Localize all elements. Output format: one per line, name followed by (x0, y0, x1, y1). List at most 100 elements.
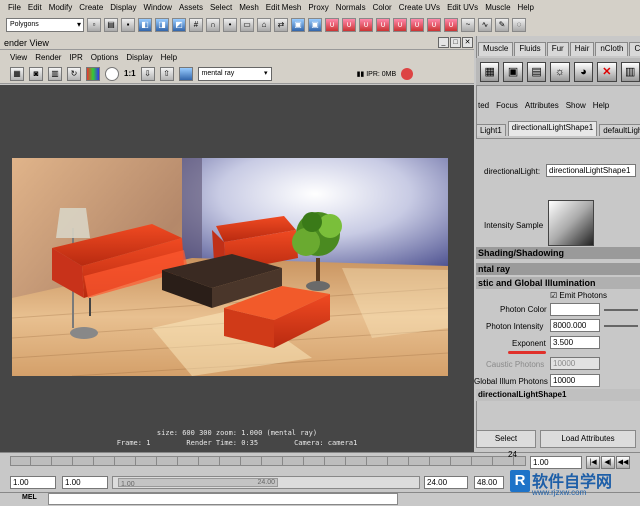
alpha-channel-icon[interactable] (105, 66, 119, 81)
mel-label[interactable]: MEL (22, 494, 37, 501)
magnet-icon-1[interactable]: ∪ (325, 18, 339, 32)
shelf-tab-hair[interactable]: Hair (569, 42, 595, 56)
ae-tab-directionallightshape1[interactable]: directionalLightShape1 (507, 121, 598, 136)
render-region-icon[interactable] (178, 66, 193, 81)
render-view-titlebar[interactable]: ender View _ □ ✕ (0, 36, 474, 50)
select-button[interactable]: Select (476, 430, 536, 448)
rv-menu-view[interactable]: View (10, 53, 27, 62)
photon-intensity-field[interactable]: 8000.000 (550, 319, 600, 332)
hypershade-icon[interactable]: ▥ (620, 61, 640, 82)
magnet-icon-7[interactable]: ∪ (427, 18, 441, 32)
keep-image-icon[interactable]: ⇩ (140, 66, 155, 81)
shelf-tab-ncloth[interactable]: nCloth (595, 42, 629, 56)
close-button[interactable]: ✕ (462, 37, 473, 48)
load-attributes-button[interactable]: Load Attributes (540, 430, 636, 448)
menu-edit[interactable]: Edit (28, 3, 42, 12)
photon-color-slider[interactable] (604, 309, 638, 311)
menu-window[interactable]: Window (144, 3, 172, 12)
menu-display[interactable]: Display (110, 3, 136, 12)
caustic-photons-field[interactable]: 10000 (550, 357, 600, 370)
menu-create-uvs[interactable]: Create UVs (399, 3, 440, 12)
rv-menu-display[interactable]: Display (126, 53, 152, 62)
shelf-tab-muscle[interactable]: Muscle (478, 42, 514, 56)
magnet-icon-3[interactable]: ∪ (359, 18, 373, 32)
section-mental-ray[interactable]: ntal ray (476, 263, 640, 275)
snap-plane-icon[interactable]: ▭ (240, 18, 254, 32)
magnet-icon-5[interactable]: ∪ (393, 18, 407, 32)
lasso-tool-icon[interactable]: ◌ (512, 18, 526, 32)
ae-tab-light1[interactable]: Light1 (476, 124, 506, 136)
rv-menu-help[interactable]: Help (161, 53, 177, 62)
key-back-icon[interactable]: ◀◀ (616, 456, 630, 469)
menu-color[interactable]: Color (373, 3, 392, 12)
refresh-ipr-icon[interactable]: ↻ (67, 66, 81, 81)
remove-image-icon[interactable]: ⇧ (159, 66, 174, 81)
photon-intensity-slider[interactable] (604, 325, 638, 327)
select-object-icon[interactable]: ◨ (155, 18, 169, 32)
material-icon[interactable]: ◕ (573, 61, 594, 82)
menu-edit-mesh[interactable]: Edit Mesh (266, 3, 302, 12)
light-icon[interactable]: ☼ (550, 61, 570, 82)
animation-end-field[interactable]: 48.00 (474, 476, 504, 489)
snap-point-icon[interactable]: • (223, 18, 237, 32)
input-ops-icon[interactable]: ⇄ (274, 18, 288, 32)
new-scene-icon[interactable]: ▫ (87, 18, 101, 32)
range-slider-handle[interactable]: 1.00 24.00 (118, 478, 278, 488)
redo-render-icon[interactable]: ▦ (10, 66, 24, 81)
magnet-icon-8[interactable]: ∪ (444, 18, 458, 32)
shelf-tab-fluids[interactable]: Fluids (514, 42, 546, 56)
global-illum-field[interactable]: 10000 (550, 374, 600, 387)
menu-select[interactable]: Select (210, 3, 232, 12)
delete-icon[interactable]: ✕ (597, 61, 617, 82)
render-settings-icon[interactable]: ▦ (480, 61, 500, 82)
ae-menu-focus[interactable]: Focus (496, 101, 518, 110)
real-size-label[interactable]: 1:1 (124, 69, 136, 78)
shelf-tab-fur[interactable]: Fur (546, 42, 569, 56)
render-view-icon[interactable]: ▣ (503, 61, 523, 82)
playback-end-field[interactable]: 24.00 (424, 476, 468, 489)
rv-menu-render[interactable]: Render (35, 53, 61, 62)
menu-edit-uvs[interactable]: Edit UVs (447, 3, 478, 12)
snap-grid-icon[interactable]: # (189, 18, 203, 32)
rv-menu-options[interactable]: Options (91, 53, 119, 62)
select-hierarchy-icon[interactable]: ◧ (138, 18, 152, 32)
animation-start-field[interactable]: 1.00 (10, 476, 56, 489)
section-shading-shadowing[interactable]: Shading/Shadowing (476, 247, 640, 259)
ae-menu-show[interactable]: Show (566, 101, 586, 110)
menu-file[interactable]: File (8, 3, 21, 12)
menu-set-select[interactable]: Polygons (6, 18, 84, 32)
menu-help[interactable]: Help (518, 3, 534, 12)
menu-mesh[interactable]: Mesh (239, 3, 259, 12)
sculpt-tool-icon[interactable]: ∿ (478, 18, 492, 32)
ipr-render-icon[interactable]: ▥ (48, 66, 62, 81)
menu-normals[interactable]: Normals (336, 3, 366, 12)
batch-render-icon[interactable]: ▤ (526, 61, 547, 82)
minimize-button[interactable]: _ (438, 37, 449, 48)
playback-start-field[interactable]: 1.00 (62, 476, 108, 489)
open-scene-icon[interactable]: ▤ (104, 18, 118, 32)
exponent-field[interactable]: 3.500 (550, 336, 600, 349)
ae-tab-defaultlights[interactable]: defaultLightS (599, 124, 640, 136)
construction-history-icon[interactable]: ⌂ (257, 18, 271, 32)
rv-menu-ipr[interactable]: IPR (69, 53, 82, 62)
photon-color-swatch[interactable] (550, 303, 600, 316)
select-component-icon[interactable]: ◩ (172, 18, 186, 32)
render-frame-icon[interactable]: ▣ (291, 18, 305, 32)
magnet-icon-2[interactable]: ∪ (342, 18, 356, 32)
snap-curve-icon[interactable]: ∩ (206, 18, 220, 32)
menu-muscle[interactable]: Muscle (485, 3, 510, 12)
ae-menu-ted[interactable]: ted (478, 101, 489, 110)
ae-menu-attributes[interactable]: Attributes (525, 101, 559, 110)
ipr-render-icon[interactable]: ▣ (308, 18, 322, 32)
menu-assets[interactable]: Assets (179, 3, 203, 12)
maximize-button[interactable]: □ (450, 37, 461, 48)
menu-create[interactable]: Create (79, 3, 103, 12)
stop-render-icon[interactable] (401, 67, 414, 80)
ae-menu-help[interactable]: Help (593, 101, 609, 110)
magnet-icon-6[interactable]: ∪ (410, 18, 424, 32)
light-name-field[interactable]: directionalLightShape1 (546, 164, 636, 177)
mel-input[interactable] (48, 493, 398, 505)
save-scene-icon[interactable]: ▪ (121, 18, 135, 32)
section-caustic-gi[interactable]: stic and Global Illumination (476, 277, 640, 289)
menu-modify[interactable]: Modify (49, 3, 73, 12)
